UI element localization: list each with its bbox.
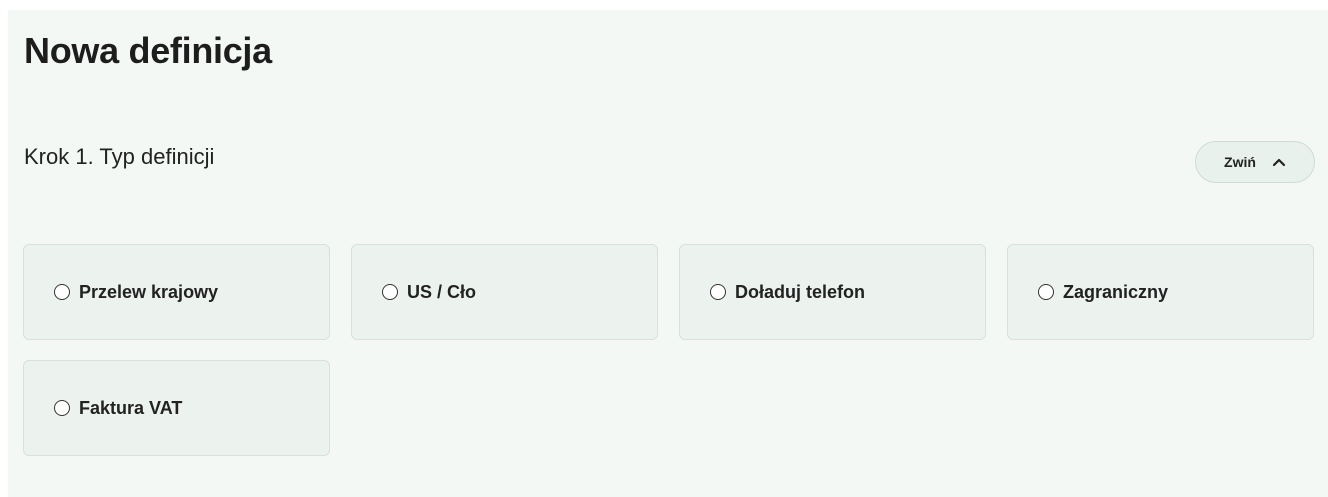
option-label: Zagraniczny	[1063, 281, 1169, 302]
definition-type-option-zagraniczny[interactable]: Zagraniczny	[1007, 244, 1314, 340]
definition-type-option-przelew-krajowy[interactable]: Przelew krajowy	[23, 244, 330, 340]
definition-type-option-us-clo[interactable]: US / Cło	[351, 244, 658, 340]
page-title: Nowa definicja	[24, 30, 272, 71]
chevron-up-icon	[1272, 158, 1286, 167]
radio-icon[interactable]	[54, 284, 70, 300]
radio-icon[interactable]	[54, 400, 70, 416]
definition-type-option-faktura-vat[interactable]: Faktura VAT	[23, 360, 330, 456]
definition-type-option-doladuj-telefon[interactable]: Doładuj telefon	[679, 244, 986, 340]
option-label: Faktura VAT	[79, 397, 183, 418]
option-label: US / Cło	[407, 281, 477, 302]
option-label: Doładuj telefon	[735, 281, 865, 302]
radio-icon[interactable]	[382, 284, 398, 300]
collapse-button[interactable]: Zwiń	[1195, 141, 1315, 183]
step-title: Krok 1. Typ definicji	[24, 144, 215, 169]
radio-icon[interactable]	[1038, 284, 1054, 300]
option-label: Przelew krajowy	[79, 281, 219, 302]
collapse-button-label: Zwiń	[1224, 154, 1256, 170]
new-definition-panel: Nowa definicja Krok 1. Typ definicji Zwi…	[8, 10, 1328, 497]
radio-icon[interactable]	[710, 284, 726, 300]
